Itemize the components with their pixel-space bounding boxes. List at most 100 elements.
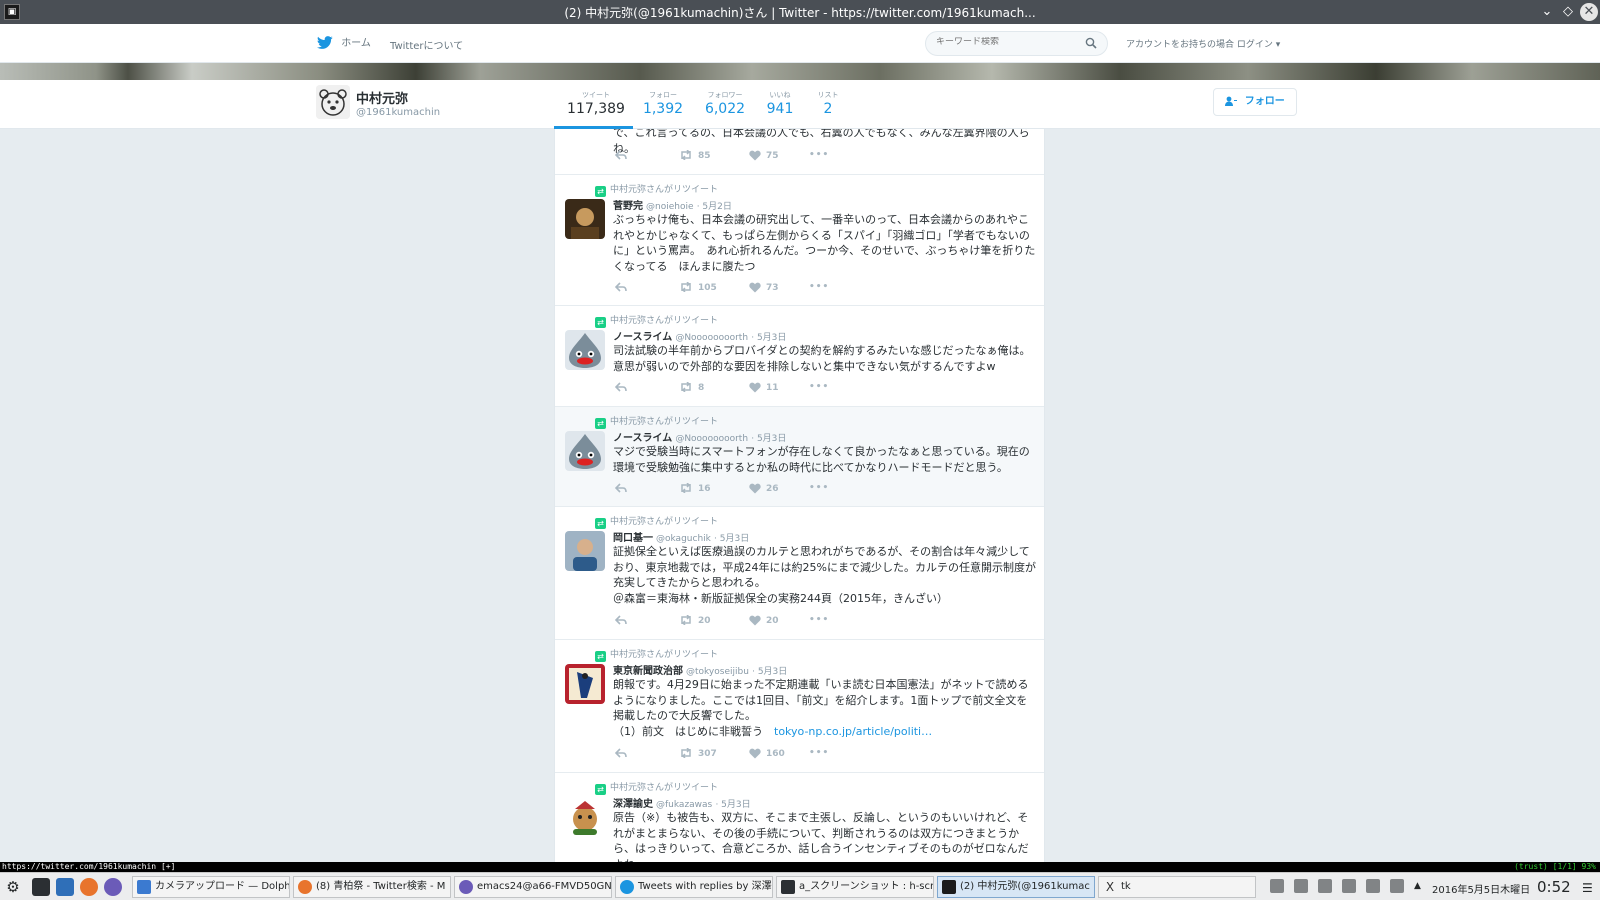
more-icon[interactable]: ••• <box>809 615 829 625</box>
retweet-button[interactable]: 20 <box>679 614 711 626</box>
tweet-item[interactable]: ⇄ 中村元弥さんがリツイート ノースライム @Noooooooorth · 5月3日… <box>555 407 1044 507</box>
reply-icon[interactable] <box>614 382 627 393</box>
mail-launcher-icon[interactable] <box>56 878 74 896</box>
avatar[interactable] <box>565 531 605 571</box>
task-screenshot[interactable]: a_スクリーンショット : h-scrot <box>776 876 934 898</box>
retweet-button[interactable]: 8 <box>679 381 704 393</box>
avatar[interactable] <box>565 431 605 471</box>
reply-icon[interactable] <box>614 150 627 161</box>
author-handle[interactable]: @Noooooooorth <box>675 333 748 343</box>
terminal-launcher-icon[interactable] <box>32 878 50 896</box>
more-icon[interactable]: ••• <box>809 748 829 758</box>
tweet-item[interactable]: で、これ言ってるの、日本会議の人でも、右翼の人でもなく、みんな左翼界隈の人らね。… <box>555 129 1044 175</box>
retweet-button[interactable]: 105 <box>679 281 717 293</box>
tweet-item[interactable]: ⇄ 中村元弥さんがリツイート 菅野完 @noiehoie · 5月2日 ぶっちゃけ俺… <box>555 175 1044 306</box>
retweet-button[interactable]: 85 <box>679 149 711 161</box>
nav-home-link[interactable]: ホーム <box>316 34 371 50</box>
like-button[interactable]: 26 <box>749 483 779 494</box>
avatar[interactable] <box>565 330 605 370</box>
avatar[interactable] <box>565 664 605 704</box>
task-tk[interactable]: Xtk <box>1098 876 1256 898</box>
clock-time[interactable]: 0:52 <box>1537 878 1571 896</box>
search-input[interactable] <box>936 37 1076 47</box>
retweet-count: 16 <box>698 483 711 494</box>
more-icon[interactable]: ••• <box>809 382 829 392</box>
browser-launcher-icon[interactable] <box>104 878 122 896</box>
stat-lists[interactable]: リスト 2 <box>814 90 842 117</box>
stat-tweets[interactable]: ツイート 117,389 <box>566 90 626 117</box>
author-handle[interactable]: @Noooooooorth <box>675 434 748 444</box>
wifi-icon[interactable] <box>1390 879 1404 893</box>
task-dolphin[interactable]: カメラアップロード — Dolphin <box>132 876 290 898</box>
more-icon[interactable]: ••• <box>809 483 829 493</box>
tweet-time[interactable]: · 5月3日 <box>751 333 786 343</box>
minimize-icon[interactable]: ⌄ <box>1538 3 1556 21</box>
update-icon[interactable] <box>1294 879 1308 893</box>
author-name[interactable]: 深澤諭史 <box>613 799 653 810</box>
like-button[interactable]: 11 <box>749 382 779 393</box>
author-handle[interactable]: @tokyoseijibu <box>686 667 749 677</box>
like-count: 160 <box>766 749 785 759</box>
task-emacs[interactable]: emacs24@a66-FMVD50GN <box>454 876 612 898</box>
tweet-item[interactable]: ⇄ 中村元弥さんがリツイート 深澤諭史 @fukazawas · 5月3日 原告（※… <box>555 773 1044 862</box>
maximize-icon[interactable]: ◇ <box>1559 3 1577 21</box>
retweet-button[interactable]: 16 <box>679 482 711 494</box>
retweet-badge-icon: ⇄ <box>595 418 606 429</box>
avatar[interactable] <box>565 199 605 239</box>
close-icon[interactable]: ✕ <box>1580 3 1598 21</box>
tweet-item[interactable]: ⇄ 中村元弥さんがリツイート ノースライム @Noooooooorth · 5月3日… <box>555 306 1044 407</box>
nav-about-link[interactable]: Twitterについて <box>390 37 463 52</box>
tweet-item[interactable]: ⇄ 中村元弥さんがリツイート 東京新聞政治部 @tokyoseijibu · 5月3… <box>555 640 1044 773</box>
firefox-launcher-icon[interactable] <box>80 878 98 896</box>
profile-avatar[interactable] <box>316 85 350 119</box>
like-button[interactable]: 160 <box>749 748 785 759</box>
more-icon[interactable]: ••• <box>809 150 829 160</box>
browser-statusline: https://twitter.com/1961kumachin [+] (tr… <box>0 862 1600 872</box>
search-icon[interactable] <box>1085 37 1097 49</box>
reply-icon[interactable] <box>614 282 627 293</box>
tweet-time[interactable]: · 5月3日 <box>752 667 787 677</box>
stat-following[interactable]: フォロー 1,392 <box>640 90 686 117</box>
reply-icon[interactable] <box>614 748 627 759</box>
timeline[interactable]: で、これ言ってるの、日本会議の人でも、右翼の人でもなく、みんな左翼界隈の人らね。… <box>554 129 1045 862</box>
like-button[interactable]: 73 <box>749 282 779 293</box>
reply-icon[interactable] <box>614 483 627 494</box>
tray-expand-icon[interactable]: ▲ <box>1414 879 1428 893</box>
author-handle[interactable]: @fukazawas <box>656 800 712 810</box>
author-name[interactable]: 東京新聞政治部 <box>613 666 683 677</box>
tweet-time[interactable]: · 5月3日 <box>715 800 750 810</box>
retweet-button[interactable]: 307 <box>679 747 717 759</box>
stat-followers[interactable]: フォロワー 6,022 <box>702 90 748 117</box>
volume-icon[interactable] <box>1366 879 1380 893</box>
login-link[interactable]: アカウントをお持ちの場合 ログイン ▾ <box>1126 37 1280 50</box>
follow-button[interactable]: フォロー <box>1213 88 1297 116</box>
like-button[interactable]: 20 <box>749 615 779 626</box>
tweet-time[interactable]: · 5月2日 <box>697 202 732 212</box>
clipboard-icon[interactable] <box>1318 879 1332 893</box>
task-tweets-replies[interactable]: Tweets with replies by 深澤 <box>615 876 773 898</box>
kde-launcher-icon[interactable]: ⚙ <box>4 878 22 896</box>
tweet-time[interactable]: · 5月3日 <box>714 534 749 544</box>
author-name[interactable]: ノースライム <box>613 332 672 343</box>
task-current-browser[interactable]: (2) 中村元弥(@1961kumac <box>937 876 1095 898</box>
avatar[interactable] <box>565 797 605 837</box>
author-name[interactable]: ノースライム <box>613 433 672 444</box>
clock-date[interactable]: 2016年5月5日木曜日 <box>1432 881 1530 896</box>
tweet-item[interactable]: ⇄ 中村元弥さんがリツイート 岡口基一 @okaguchik · 5月3日 証拠保全… <box>555 507 1044 640</box>
like-button[interactable]: 75 <box>749 150 779 161</box>
author-handle[interactable]: @noiehoie <box>646 202 694 212</box>
reply-icon[interactable] <box>614 615 627 626</box>
cloud-icon[interactable] <box>1342 879 1356 893</box>
tweet-time[interactable]: · 5月3日 <box>751 434 786 444</box>
task-twitter-search[interactable]: (8) 青柏祭 - Twitter検索 - M <box>293 876 451 898</box>
profile-name[interactable]: 中村元弥 <box>356 88 408 107</box>
search-box[interactable] <box>925 31 1108 56</box>
stat-likes[interactable]: いいね 941 <box>765 90 795 117</box>
author-name[interactable]: 岡口基一 <box>613 533 653 544</box>
hamburger-menu-icon[interactable]: ☰ <box>1582 881 1593 895</box>
more-icon[interactable]: ••• <box>809 282 829 292</box>
tweet-link[interactable]: tokyo-np.co.jp/article/politi… <box>774 725 932 738</box>
keyboard-icon[interactable] <box>1270 879 1284 893</box>
author-name[interactable]: 菅野完 <box>613 201 643 212</box>
author-handle[interactable]: @okaguchik <box>656 534 711 544</box>
